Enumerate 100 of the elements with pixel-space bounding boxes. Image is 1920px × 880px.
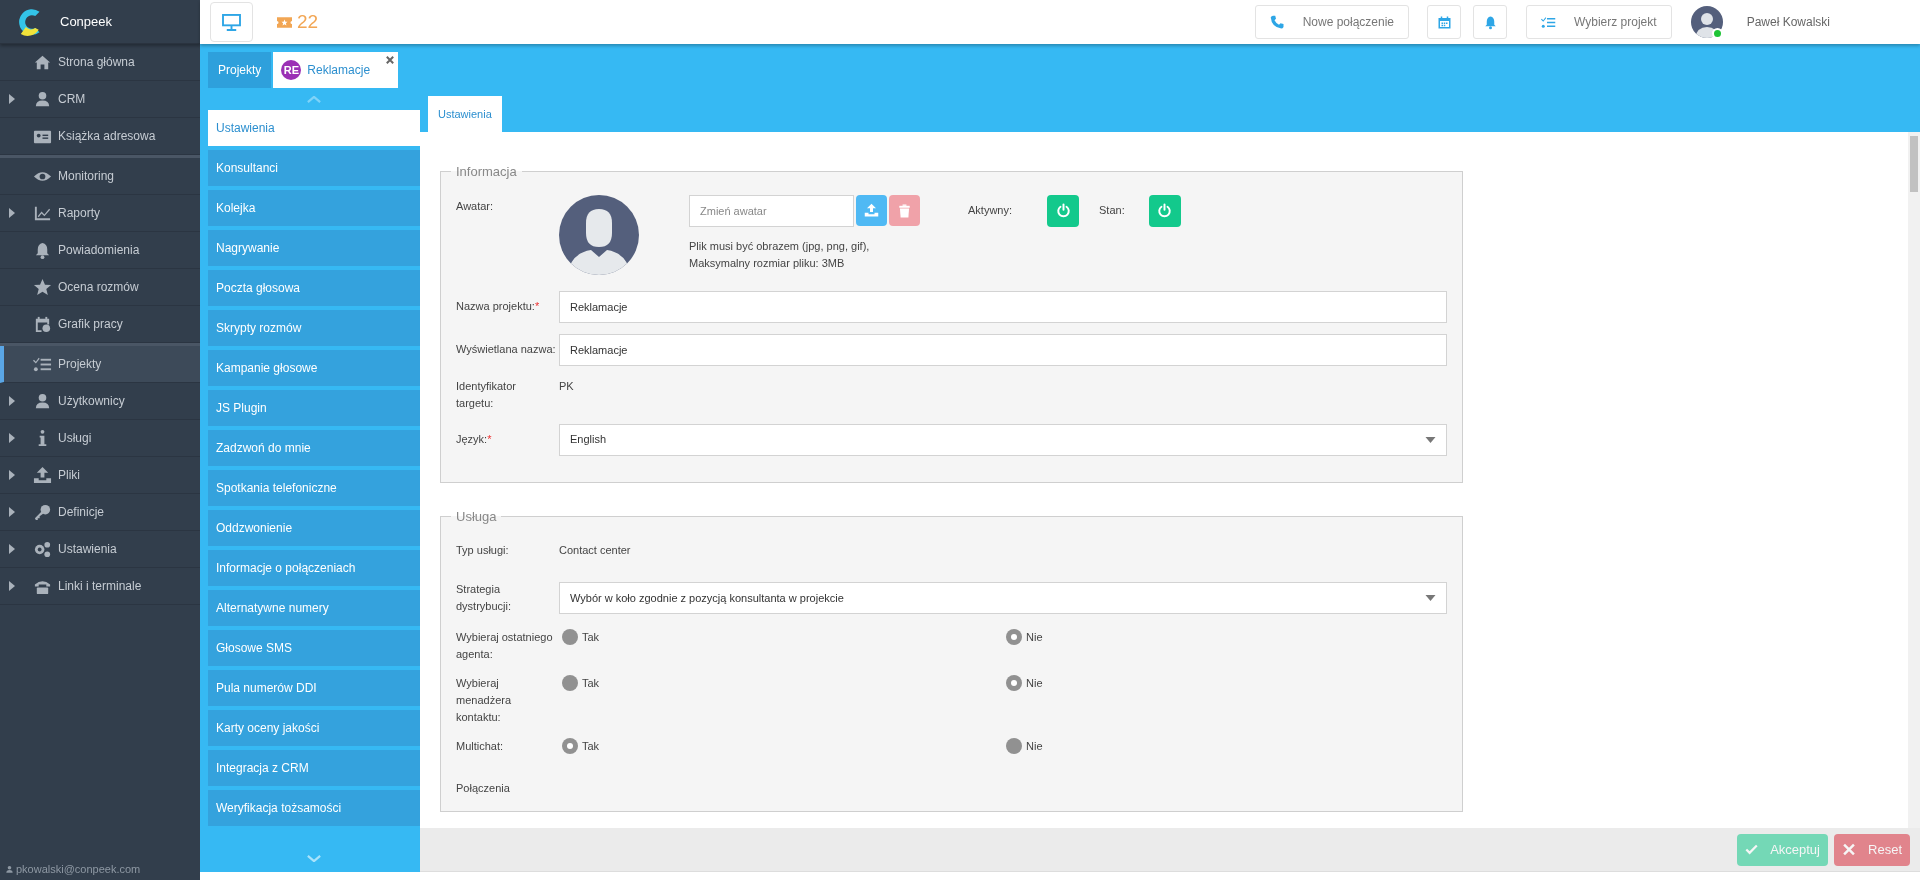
- radio-label: Nie: [1026, 739, 1043, 754]
- person-icon: [5, 864, 14, 874]
- section-menu-item[interactable]: Konsultanci: [208, 150, 420, 186]
- field-label: Multichat:: [456, 740, 504, 752]
- field-label: Wybieraj ostatniego agenta:: [456, 631, 553, 660]
- gears-icon: [32, 539, 52, 559]
- section-menu-item[interactable]: Spotkania telefoniczne: [208, 470, 420, 506]
- expand-arrow-icon[interactable]: [9, 208, 15, 218]
- toolbar-button[interactable]: Nowe połączenie: [1254, 5, 1410, 39]
- power-icon: [1157, 203, 1173, 218]
- radio-button[interactable]: [562, 738, 578, 755]
- expand-arrow-icon[interactable]: [9, 396, 15, 406]
- section-menu-item[interactable]: JS Plugin: [208, 390, 420, 426]
- sidebar-item[interactable]: Pliki: [0, 457, 200, 494]
- panel-legend: Usługa: [451, 506, 502, 526]
- content-tab[interactable]: Ustawienia: [428, 96, 502, 132]
- icon-button[interactable]: [1473, 5, 1508, 39]
- section-menu-item[interactable]: Głosowe SMS: [208, 630, 420, 666]
- radio-label: Tak: [582, 630, 600, 645]
- section-menu-item[interactable]: Kolejka: [208, 190, 420, 226]
- file-hint: Plik musi być obrazem (jpg, png, gif),: [689, 238, 871, 254]
- toggle-label: Aktywny:: [968, 203, 1012, 219]
- radio-button[interactable]: [562, 629, 578, 646]
- section-menu-item[interactable]: Ustawienia: [208, 110, 420, 146]
- tab-label: Projekty: [218, 62, 262, 79]
- section-menu-item[interactable]: Pula numerów DDI: [208, 670, 420, 706]
- dropdown[interactable]: Wybór w koło zgodnie z pozycją konsultanta w projekcie: [559, 582, 1447, 614]
- radio-button[interactable]: [1006, 738, 1022, 755]
- key-icon: [32, 502, 52, 522]
- sidebar-item[interactable]: Grafik pracy: [0, 306, 200, 343]
- power-icon: [1055, 203, 1071, 218]
- power-toggle[interactable]: [1047, 194, 1079, 227]
- dropdown-caret-icon: [1425, 436, 1436, 443]
- ticket-icon: [277, 16, 292, 28]
- project-badge: RE: [281, 60, 302, 80]
- section-menu-item[interactable]: Informacje o połączeniach: [208, 550, 420, 586]
- expand-arrow-icon[interactable]: [9, 433, 15, 443]
- sidebar-item[interactable]: Użytkownicy: [0, 383, 200, 420]
- field-label: Typ usługi:: [456, 544, 509, 556]
- expand-arrow-icon[interactable]: [9, 581, 15, 591]
- sidebar-item[interactable]: Linki i terminale: [0, 568, 200, 605]
- project-tab[interactable]: Projekty: [208, 52, 272, 88]
- field-label: Wyświetlana nazwa:: [456, 343, 556, 355]
- field-label: Język:: [456, 433, 488, 445]
- dropdown-caret-icon: [1425, 595, 1436, 601]
- section-menu-item[interactable]: Zadzwoń do mnie: [208, 430, 420, 466]
- radio-button[interactable]: [1006, 675, 1022, 692]
- expand-arrow-icon[interactable]: [9, 94, 15, 104]
- user-email: pkowalski@conpeek.com: [16, 861, 141, 877]
- sidebar-item[interactable]: Książka adresowa: [0, 118, 200, 155]
- dropdown[interactable]: English: [559, 423, 1447, 456]
- section-menu-item[interactable]: Integracja z CRM: [208, 750, 420, 786]
- calendar-icon: [1436, 14, 1452, 30]
- upload-icon: [32, 465, 52, 485]
- radio-label: Tak: [582, 739, 600, 754]
- icon-button[interactable]: [1427, 5, 1462, 39]
- field-value: PK: [559, 378, 574, 394]
- avatar-file-field[interactable]: Zmień awatar: [689, 194, 854, 227]
- upload-button[interactable]: [856, 195, 887, 226]
- toolbar-button[interactable]: Wybierz projekt: [1526, 5, 1672, 39]
- brand-name: Conpeek: [60, 12, 113, 31]
- sidebar-item[interactable]: CRM: [0, 81, 200, 118]
- required-asterisk: *: [534, 300, 540, 312]
- radio-button[interactable]: [562, 675, 578, 692]
- section-menu-item[interactable]: Nagrywanie: [208, 230, 420, 266]
- expand-arrow-icon[interactable]: [9, 544, 15, 554]
- radio-label: Tak: [582, 676, 600, 691]
- sidebar-item[interactable]: Projekty: [0, 346, 200, 383]
- user-name[interactable]: Paweł Kowalski: [1746, 13, 1830, 31]
- trash-icon: [898, 203, 911, 218]
- checkmark-icon: [1745, 842, 1759, 857]
- section-menu-item[interactable]: Weryfikacja tożsamości: [208, 790, 420, 826]
- project-tab[interactable]: RE Reklamacje: [273, 52, 399, 88]
- ticket-count: 22: [297, 9, 319, 34]
- section-menu-item[interactable]: Poczta głosowa: [208, 270, 420, 306]
- section-menu-item[interactable]: Oddzwonienie: [208, 510, 420, 546]
- monitor-button[interactable]: [210, 2, 253, 42]
- expand-arrow-icon[interactable]: [9, 507, 15, 517]
- field-label: Identyfikator targetu:: [456, 379, 516, 409]
- cross-icon: [1842, 842, 1857, 857]
- scroll-down-icon[interactable]: [307, 854, 321, 862]
- radio-button[interactable]: [1006, 629, 1022, 646]
- required-asterisk: *: [487, 433, 492, 445]
- text-field[interactable]: Reklamacje: [559, 333, 1447, 366]
- sidebar-item[interactable]: Ustawienia: [0, 531, 200, 568]
- delete-button[interactable]: [889, 195, 920, 226]
- section-menu-item[interactable]: Kampanie głosowe: [208, 350, 420, 386]
- field-label: Połączenia: [456, 782, 510, 794]
- section-menu-item[interactable]: Alternatywne numery: [208, 590, 420, 626]
- section-menu-item[interactable]: Skrypty rozmów: [208, 310, 420, 346]
- close-icon[interactable]: [386, 56, 395, 64]
- section-menu-item[interactable]: Karty oceny jakości: [208, 710, 420, 746]
- power-toggle[interactable]: [1148, 194, 1181, 227]
- checklist-icon: [1541, 14, 1557, 30]
- expand-arrow-icon[interactable]: [9, 470, 15, 480]
- field-label: Wybieraj menadżera kontaktu:: [456, 677, 512, 723]
- scrollbar[interactable]: [1908, 132, 1920, 828]
- text-field[interactable]: Reklamacje: [559, 290, 1447, 323]
- user-avatar[interactable]: [1690, 6, 1723, 38]
- field-label: Nazwa projektu:: [456, 300, 535, 312]
